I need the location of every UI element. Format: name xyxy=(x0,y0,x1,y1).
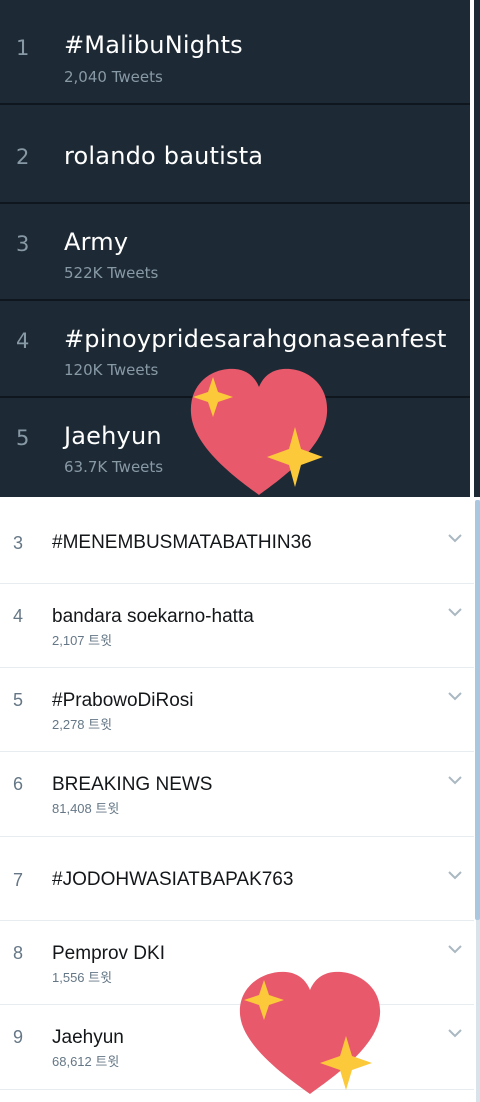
trend-name: Army xyxy=(64,228,129,256)
trend-name: #pinoypridesarahgonaseanfest xyxy=(64,325,447,353)
trend-name: #MENEMBUSMATABATHIN36 xyxy=(52,532,312,553)
trend-row[interactable]: 3 #MENEMBUSMATABATHIN36 xyxy=(0,500,474,584)
trend-tweet-count: 68,612 트윗 xyxy=(52,1054,120,1069)
scrollbar[interactable] xyxy=(470,0,480,497)
trend-tweet-count: 2,278 트윗 xyxy=(52,717,113,732)
chevron-down-icon[interactable] xyxy=(446,1024,464,1042)
trend-rank: 4 xyxy=(16,329,30,353)
trend-rank: 6 xyxy=(13,774,24,794)
trend-tweet-count: 81,408 트윗 xyxy=(52,801,120,816)
chevron-down-icon[interactable] xyxy=(446,866,464,884)
trend-rank: 9 xyxy=(13,1027,24,1047)
sparkling-heart-icon xyxy=(190,368,328,495)
trend-rank: 5 xyxy=(13,690,24,710)
chevron-down-icon[interactable] xyxy=(446,940,464,958)
trend-tweet-count: 63.7K Tweets xyxy=(64,458,164,476)
trend-name: #PrabowoDiRosi xyxy=(52,690,194,711)
scrollbar[interactable] xyxy=(474,500,480,1102)
trend-row[interactable]: 7 #JODOHWASIATBAPAK763 xyxy=(0,837,474,921)
scrollbar-thumb[interactable] xyxy=(474,0,480,497)
trend-name: bandara soekarno-hatta xyxy=(52,606,254,627)
trend-name: Jaehyun xyxy=(64,422,162,450)
trend-row[interactable]: 5 #PrabowoDiRosi 2,278 트윗 xyxy=(0,668,474,752)
trend-rank: 2 xyxy=(16,145,30,169)
trend-rank: 5 xyxy=(16,426,30,450)
trend-rank: 7 xyxy=(13,870,24,890)
trend-name: BREAKING NEWS xyxy=(52,774,213,795)
trend-rank: 4 xyxy=(13,606,24,626)
trend-tweet-count: 1,556 트윗 xyxy=(52,970,113,985)
trend-rank: 3 xyxy=(13,533,24,553)
trend-row[interactable]: 2 rolando bautista xyxy=(0,105,470,204)
trend-rank: 3 xyxy=(16,232,30,256)
trend-tweet-count: 2,040 Tweets xyxy=(64,68,163,86)
trend-tweet-count: 120K Tweets xyxy=(64,361,159,379)
trend-row[interactable]: 6 BREAKING NEWS 81,408 트윗 xyxy=(0,752,474,837)
trend-row[interactable]: 4 bandara soekarno-hatta 2,107 트윗 xyxy=(0,584,474,668)
chevron-down-icon[interactable] xyxy=(446,603,464,621)
chevron-down-icon[interactable] xyxy=(446,529,464,547)
trend-rank: 1 xyxy=(16,36,30,60)
trend-name: Pemprov DKI xyxy=(52,943,165,964)
chevron-down-icon[interactable] xyxy=(446,687,464,705)
scrollbar-thumb[interactable] xyxy=(475,500,480,920)
trend-name: rolando bautista xyxy=(64,142,264,170)
trend-name: Jaehyun xyxy=(52,1027,124,1048)
trend-name: #MalibuNights xyxy=(64,31,243,59)
trend-row[interactable]: 3 Army 522K Tweets xyxy=(0,204,470,301)
trend-row[interactable]: 1 #MalibuNights 2,040 Tweets xyxy=(0,0,470,105)
sparkling-heart-icon xyxy=(239,971,381,1094)
trend-rank: 8 xyxy=(13,943,24,963)
trend-tweet-count: 2,107 트윗 xyxy=(52,633,113,648)
trend-tweet-count: 522K Tweets xyxy=(64,264,159,282)
trend-name: #JODOHWASIATBAPAK763 xyxy=(52,869,294,890)
chevron-down-icon[interactable] xyxy=(446,771,464,789)
